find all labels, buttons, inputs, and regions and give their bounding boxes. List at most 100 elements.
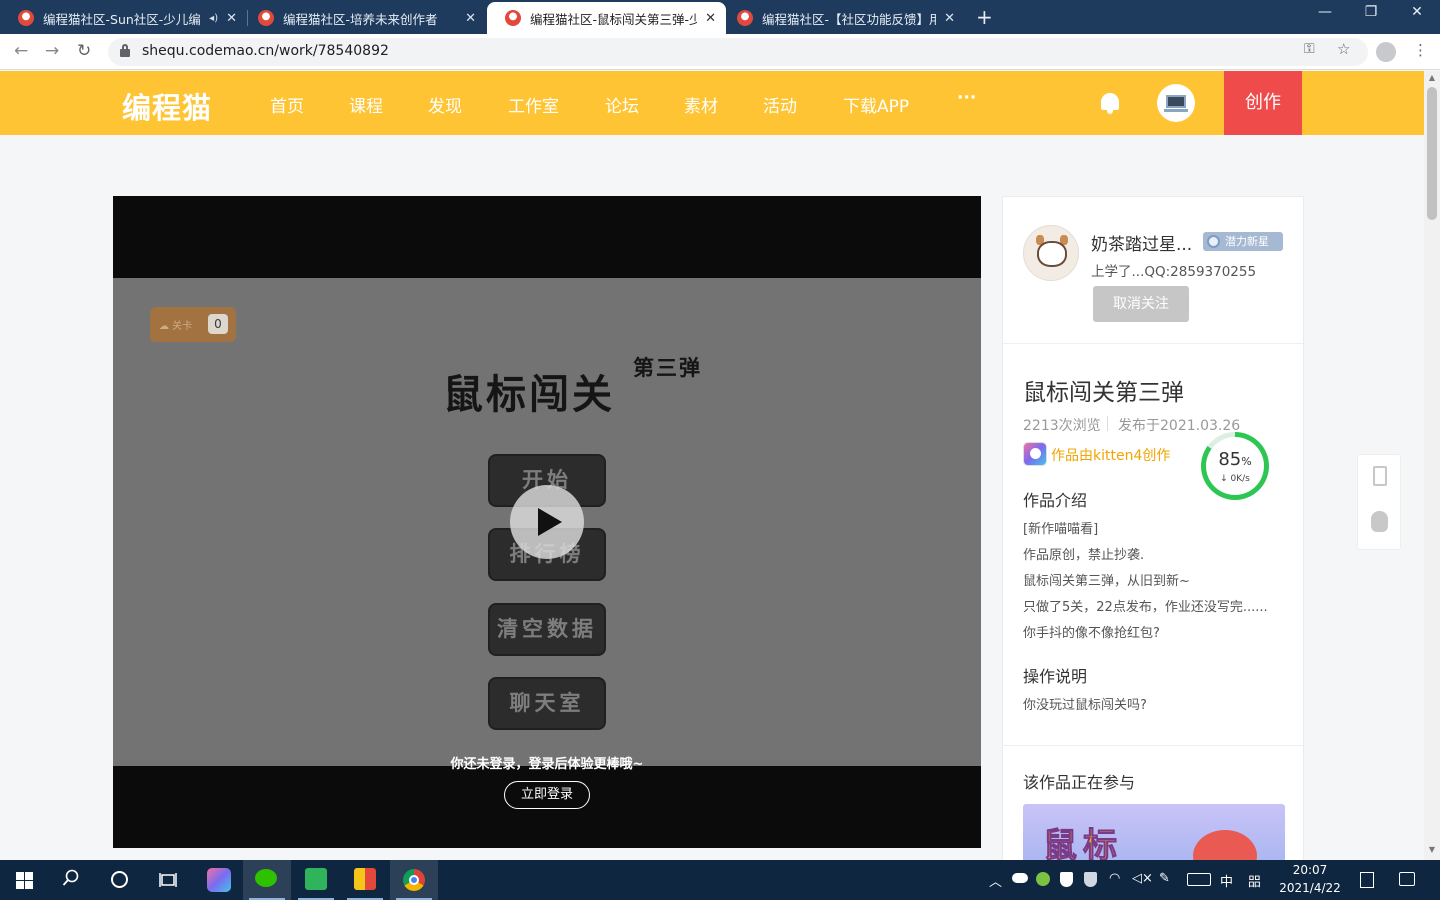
tab-close-icon[interactable]: ✕ (705, 11, 716, 26)
unfollow-button[interactable]: 取消关注 (1093, 286, 1189, 322)
howto-text: 你没玩过鼠标闯关吗? (1023, 698, 1147, 713)
app-icon (354, 868, 376, 890)
volume-muted-icon[interactable]: ◁× (1132, 871, 1153, 886)
browser-tab[interactable]: 编程猫社区-Sun社区-少儿编 ◂) ✕ (0, 2, 247, 34)
scroll-thumb[interactable] (1427, 87, 1437, 220)
view-count: 2213次浏览 (1023, 418, 1101, 434)
author-name[interactable]: 奶茶踏过星... (1091, 230, 1192, 255)
profile-avatar-icon[interactable] (1376, 42, 1396, 62)
page-scrollbar[interactable]: ▲ ▼ (1424, 71, 1440, 860)
window-close-button[interactable]: ✕ (1394, 4, 1440, 20)
action-center-icon[interactable] (1399, 872, 1415, 886)
participating-heading: 该作品正在参与 (1023, 773, 1136, 792)
minimize-button[interactable]: — (1302, 4, 1348, 20)
tab-close-icon[interactable]: ✕ (465, 11, 476, 26)
taskbar-wechat-app[interactable] (243, 860, 291, 900)
task-view-icon[interactable] (159, 871, 177, 889)
taskbar-app[interactable] (341, 860, 389, 900)
back-button[interactable]: ← (14, 41, 28, 61)
codemao-favicon-icon (737, 10, 753, 26)
nav-home[interactable]: 首页 (270, 92, 304, 117)
maximize-button[interactable]: ❐ (1348, 4, 1394, 20)
tab-close-icon[interactable]: ✕ (226, 11, 237, 26)
speaker-icon[interactable]: ◂) (209, 13, 218, 24)
show-desktop-notes-icon[interactable] (1360, 872, 1374, 888)
made-with-link[interactable]: 作品由kitten4创作 (1051, 445, 1170, 465)
gauge-rate: ↓ 0K/s (1220, 474, 1250, 484)
reload-button[interactable]: ↻ (77, 41, 91, 61)
tab-title: 编程猫社区-Sun社区-少儿编 (43, 11, 201, 27)
nav-download-app[interactable]: 下载APP (843, 92, 909, 117)
tab-title: 编程猫社区-培养未来创作者 (283, 11, 438, 27)
tab-title: 编程猫社区-【社区功能反馈】用 (762, 11, 937, 27)
intro-line: 鼠标闯关第三弹，从旧到新~ (1023, 574, 1190, 589)
game-clear-data-button[interactable]: 清空数据 (488, 603, 606, 656)
banner-mascot-icon (1193, 830, 1257, 864)
login-button[interactable]: 立即登录 (504, 781, 590, 809)
scroll-up-arrow-icon[interactable]: ▲ (1424, 73, 1440, 82)
pen-icon[interactable]: ✎ (1159, 871, 1170, 886)
nav-studio[interactable]: 工作室 (508, 92, 559, 117)
nav-materials[interactable]: 素材 (684, 92, 718, 117)
play-icon[interactable] (510, 485, 584, 559)
new-tab-button[interactable]: + (976, 5, 993, 29)
url-text[interactable]: shequ.codemao.cn/work/78540892 (142, 43, 389, 59)
wifi-icon[interactable]: ◠ (1109, 871, 1120, 886)
tray-overflow-icon[interactable]: ︿ (989, 871, 1002, 890)
game-subtitle: 第三弹 (633, 356, 702, 380)
notification-bell-icon[interactable] (1099, 91, 1121, 115)
nav-forum[interactable]: 论坛 (605, 92, 639, 117)
nav-discover[interactable]: 发现 (428, 92, 462, 117)
meta-divider (1107, 416, 1108, 431)
codemao-logo[interactable]: 编程猫 (122, 85, 212, 127)
taskbar-app[interactable] (292, 860, 340, 900)
browser-tab-strip: 编程猫社区-Sun社区-少儿编 ◂) ✕ 编程猫社区-培养未来创作者 ✕ 编程猫… (0, 0, 1440, 34)
browser-menu-icon[interactable]: ⋮ (1413, 41, 1428, 59)
address-bar[interactable]: shequ.codemao.cn/work/78540892 ⚿ ☆ (108, 38, 1368, 66)
taskbar-kitten-app[interactable] (195, 860, 243, 900)
ime-mode-icon[interactable]: 㗊 (1248, 871, 1261, 890)
work-info-panel: 奶茶踏过星... 潜力新星 上学了...QQ:2859370255 取消关注 鼠… (1002, 196, 1304, 866)
clock-time[interactable]: 20:07 (1280, 863, 1340, 877)
badge-label: 潜力新星 (1225, 235, 1269, 248)
nav-courses[interactable]: 课程 (349, 92, 383, 117)
qq-icon[interactable] (1371, 511, 1388, 532)
work-player[interactable]: ☁ 关卡 0 鼠标闯关 第三弹 开始 排行榜 清空数据 聊天室 你还未登录，登录… (113, 196, 981, 848)
intro-line: 只做了5关，22点发布，作业还没写完...... (1023, 600, 1268, 615)
taskbar-chrome-app[interactable] (390, 860, 438, 900)
network-speed-gauge[interactable]: 85% ↓ 0K/s (1201, 432, 1269, 500)
browser-tab-active[interactable]: 编程猫社区-鼠标闯关第三弹-少儿 ✕ (487, 2, 726, 34)
user-avatar[interactable] (1157, 84, 1195, 122)
security-shield-icon[interactable] (1060, 872, 1073, 887)
codemao-favicon-icon (505, 10, 521, 26)
create-button[interactable]: 创作 (1224, 71, 1302, 135)
browser-tab[interactable]: 编程猫社区-培养未来创作者 ✕ (240, 2, 486, 34)
cloud-icon[interactable] (1012, 873, 1028, 883)
work-title: 鼠标闯关第三弹 (1023, 380, 1184, 406)
key-icon[interactable]: ⚿ (1304, 41, 1315, 57)
browser-tab[interactable]: 编程猫社区-【社区功能反馈】用 ✕ (719, 2, 965, 34)
nav-events[interactable]: 活动 (763, 92, 797, 117)
clock-date[interactable]: 2021/4/22 (1270, 881, 1350, 895)
gauge-percent: 85% (1218, 449, 1252, 470)
scroll-down-arrow-icon[interactable]: ▼ (1424, 845, 1440, 854)
touch-keyboard-icon[interactable] (1187, 873, 1211, 886)
game-stage[interactable]: ☁ 关卡 0 鼠标闯关 第三弹 开始 排行榜 清空数据 聊天室 (113, 278, 981, 766)
intro-line: 你手抖的像不像抢红包? (1023, 626, 1160, 641)
tab-close-icon[interactable]: ✕ (944, 11, 955, 26)
forward-button[interactable]: → (45, 41, 59, 61)
defender-icon[interactable] (1084, 872, 1097, 887)
tray-app-icon[interactable] (1036, 872, 1050, 886)
bookmark-star-icon[interactable]: ☆ (1337, 40, 1350, 58)
game-chatroom-button[interactable]: 聊天室 (488, 677, 606, 730)
cortana-icon[interactable] (111, 871, 128, 888)
windows-start-icon[interactable] (16, 872, 33, 889)
nav-more-icon[interactable]: ··· (957, 88, 976, 108)
author-avatar[interactable] (1023, 225, 1079, 281)
search-icon[interactable] (62, 869, 80, 887)
event-banner[interactable]: 鼠标 (1023, 804, 1285, 864)
ime-indicator[interactable]: 中 (1220, 871, 1233, 890)
lock-icon[interactable] (120, 44, 130, 58)
wechat-icon (255, 869, 277, 887)
mobile-icon[interactable] (1373, 466, 1387, 486)
